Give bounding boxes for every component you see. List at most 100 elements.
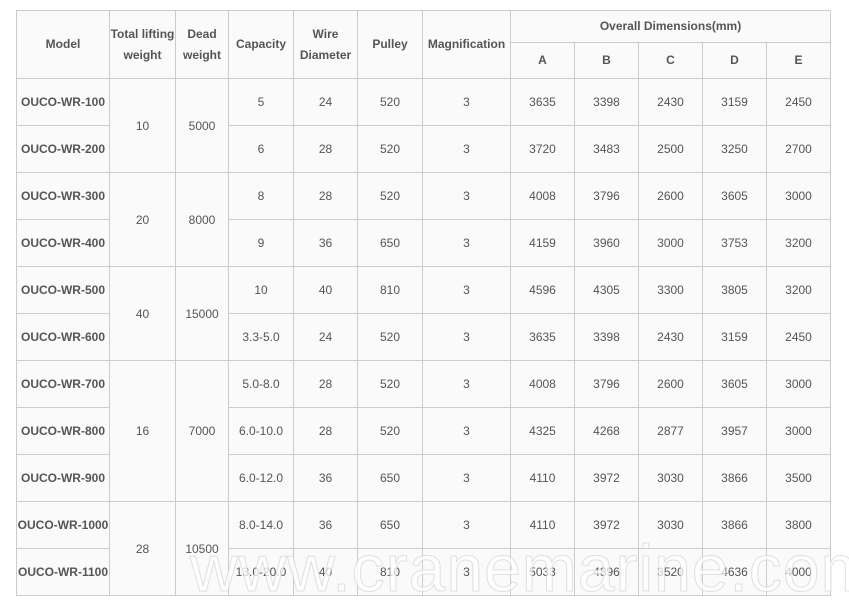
- cell-dim-e: 3000: [765, 407, 832, 455]
- cell-wire-diameter: 28: [293, 360, 358, 408]
- cell-pulley: 520: [357, 407, 423, 455]
- header-dim-b: B: [574, 42, 639, 79]
- cell-dim-a: 4110: [510, 454, 575, 502]
- cell-magnification: 3: [422, 548, 511, 596]
- table-row: OUCO-WR-300 20 8000 8 28 520 3 4008 3796 2600 3605…: [16, 172, 832, 267]
- header-pulley: Pulley: [357, 10, 423, 79]
- header-dim-e: E: [765, 42, 832, 79]
- cell-dead-weight: 15000: [175, 266, 229, 361]
- header-capacity: Capacity: [228, 10, 294, 79]
- header-dead-weight: Dead weight: [175, 10, 229, 79]
- cell-dim-a: 4110: [510, 501, 575, 549]
- cell-wire-diameter: 28: [293, 407, 358, 455]
- cell-capacity: 9: [228, 219, 294, 267]
- cell-dim-c: 3300: [638, 266, 703, 314]
- cell-dim-d: 3866: [702, 454, 767, 502]
- cell-wire-diameter: 36: [293, 501, 358, 549]
- cell-dim-d: 3805: [702, 266, 767, 314]
- header-overall-dimensions: Overall Dimensions(mm): [509, 10, 832, 43]
- cell-magnification: 3: [422, 266, 511, 314]
- cell-dim-a: 4008: [510, 360, 575, 408]
- cell-dim-b: 3483: [574, 125, 639, 173]
- cell-dim-b: 3398: [574, 78, 639, 126]
- cell-dim-e: 3500: [765, 454, 832, 502]
- cell-dim-c: 2600: [638, 360, 703, 408]
- header-dim-c: C: [638, 42, 703, 79]
- header-model: Model: [16, 10, 110, 79]
- cell-dim-a: 3635: [510, 78, 575, 126]
- cell-model: OUCO-WR-200: [16, 125, 110, 173]
- table-row: OUCO-WR-100 10 5000 5 24 520 3 3635 3398 2430 3159…: [16, 78, 832, 173]
- cell-dim-e: 2700: [765, 125, 832, 173]
- table-row: OUCO-WR-700 16 7000 5.0-8.0 28 520 3 4008 3796 26…: [16, 360, 832, 502]
- cell-dim-b: 3796: [574, 360, 639, 408]
- cell-dim-c: 2430: [638, 78, 703, 126]
- cell-dim-a: 3635: [510, 313, 575, 361]
- cell-dim-b: 4268: [574, 407, 639, 455]
- cell-wire-diameter: 36: [293, 454, 358, 502]
- cell-dim-b: 3972: [574, 501, 639, 549]
- cell-dim-e: 4000: [765, 548, 832, 596]
- cell-magnification: 3: [422, 313, 511, 361]
- cell-dim-e: 3200: [765, 219, 832, 267]
- cell-capacity: 10: [228, 266, 294, 314]
- cell-dim-a: 4159: [510, 219, 575, 267]
- cell-capacity: 13.0-20.0: [228, 548, 294, 596]
- cell-pulley: 810: [357, 548, 423, 596]
- cell-total-lifting-weight: 40: [109, 266, 176, 361]
- cell-dead-weight: 10500: [175, 501, 229, 596]
- cell-pulley: 650: [357, 501, 423, 549]
- specification-table: Model Total lifting weight Dead weight C…: [16, 10, 832, 596]
- cell-capacity: 6: [228, 125, 294, 173]
- cell-dead-weight: 7000: [175, 360, 229, 502]
- cell-dim-d: 3605: [702, 360, 767, 408]
- cell-capacity: 5: [228, 78, 294, 126]
- cell-total-lifting-weight: 16: [109, 360, 176, 502]
- cell-magnification: 3: [422, 125, 511, 173]
- cell-model: OUCO-WR-1000: [16, 501, 110, 549]
- cell-model: OUCO-WR-100: [16, 78, 110, 126]
- cell-model: OUCO-WR-400: [16, 219, 110, 267]
- cell-dim-c: 3000: [638, 219, 703, 267]
- cell-dim-b: 3972: [574, 454, 639, 502]
- cell-dim-d: 4636: [702, 548, 767, 596]
- cell-dim-c: 2877: [638, 407, 703, 455]
- cell-dim-c: 2500: [638, 125, 703, 173]
- cell-dim-e: 3200: [765, 266, 832, 314]
- cell-wire-diameter: 28: [293, 172, 358, 220]
- cell-dim-a: 4325: [510, 407, 575, 455]
- cell-dim-a: 4596: [510, 266, 575, 314]
- cell-magnification: 3: [422, 360, 511, 408]
- cell-dim-e: 3800: [765, 501, 832, 549]
- cell-capacity: 5.0-8.0: [228, 360, 294, 408]
- cell-dim-b: 4896: [574, 548, 639, 596]
- cell-pulley: 650: [357, 454, 423, 502]
- cell-dim-d: 3250: [702, 125, 767, 173]
- cell-model: OUCO-WR-600: [16, 313, 110, 361]
- cell-dim-d: 3159: [702, 313, 767, 361]
- cell-pulley: 520: [357, 172, 423, 220]
- cell-pulley: 650: [357, 219, 423, 267]
- cell-wire-diameter: 24: [293, 78, 358, 126]
- cell-dim-c: 2430: [638, 313, 703, 361]
- cell-dim-a: 5033: [510, 548, 575, 596]
- cell-dim-d: 3753: [702, 219, 767, 267]
- cell-wire-diameter: 40: [293, 548, 358, 596]
- header-wire-diameter: Wire Diameter: [293, 10, 358, 79]
- cell-dim-a: 3720: [510, 125, 575, 173]
- cell-dim-c: 3520: [638, 548, 703, 596]
- cell-dim-b: 4305: [574, 266, 639, 314]
- table-header: Model Total lifting weight Dead weight C…: [16, 10, 832, 79]
- header-magnification: Magnification: [422, 10, 511, 79]
- cell-model: OUCO-WR-500: [16, 266, 110, 314]
- table-body: OUCO-WR-100 10 5000 5 24 520 3 3635 3398 2430 3159…: [16, 78, 832, 596]
- header-row-1: Model Total lifting weight Dead weight C…: [16, 10, 832, 79]
- cell-magnification: 3: [422, 454, 511, 502]
- table-row: OUCO-WR-1000 28 10500 8.0-14.0 36 650 3 4110 397…: [16, 501, 832, 596]
- cell-dim-d: 3159: [702, 78, 767, 126]
- cell-capacity: 6.0-12.0: [228, 454, 294, 502]
- cell-magnification: 3: [422, 407, 511, 455]
- cell-model: OUCO-WR-900: [16, 454, 110, 502]
- cell-capacity: 8.0-14.0: [228, 501, 294, 549]
- cell-dim-e: 3000: [765, 360, 832, 408]
